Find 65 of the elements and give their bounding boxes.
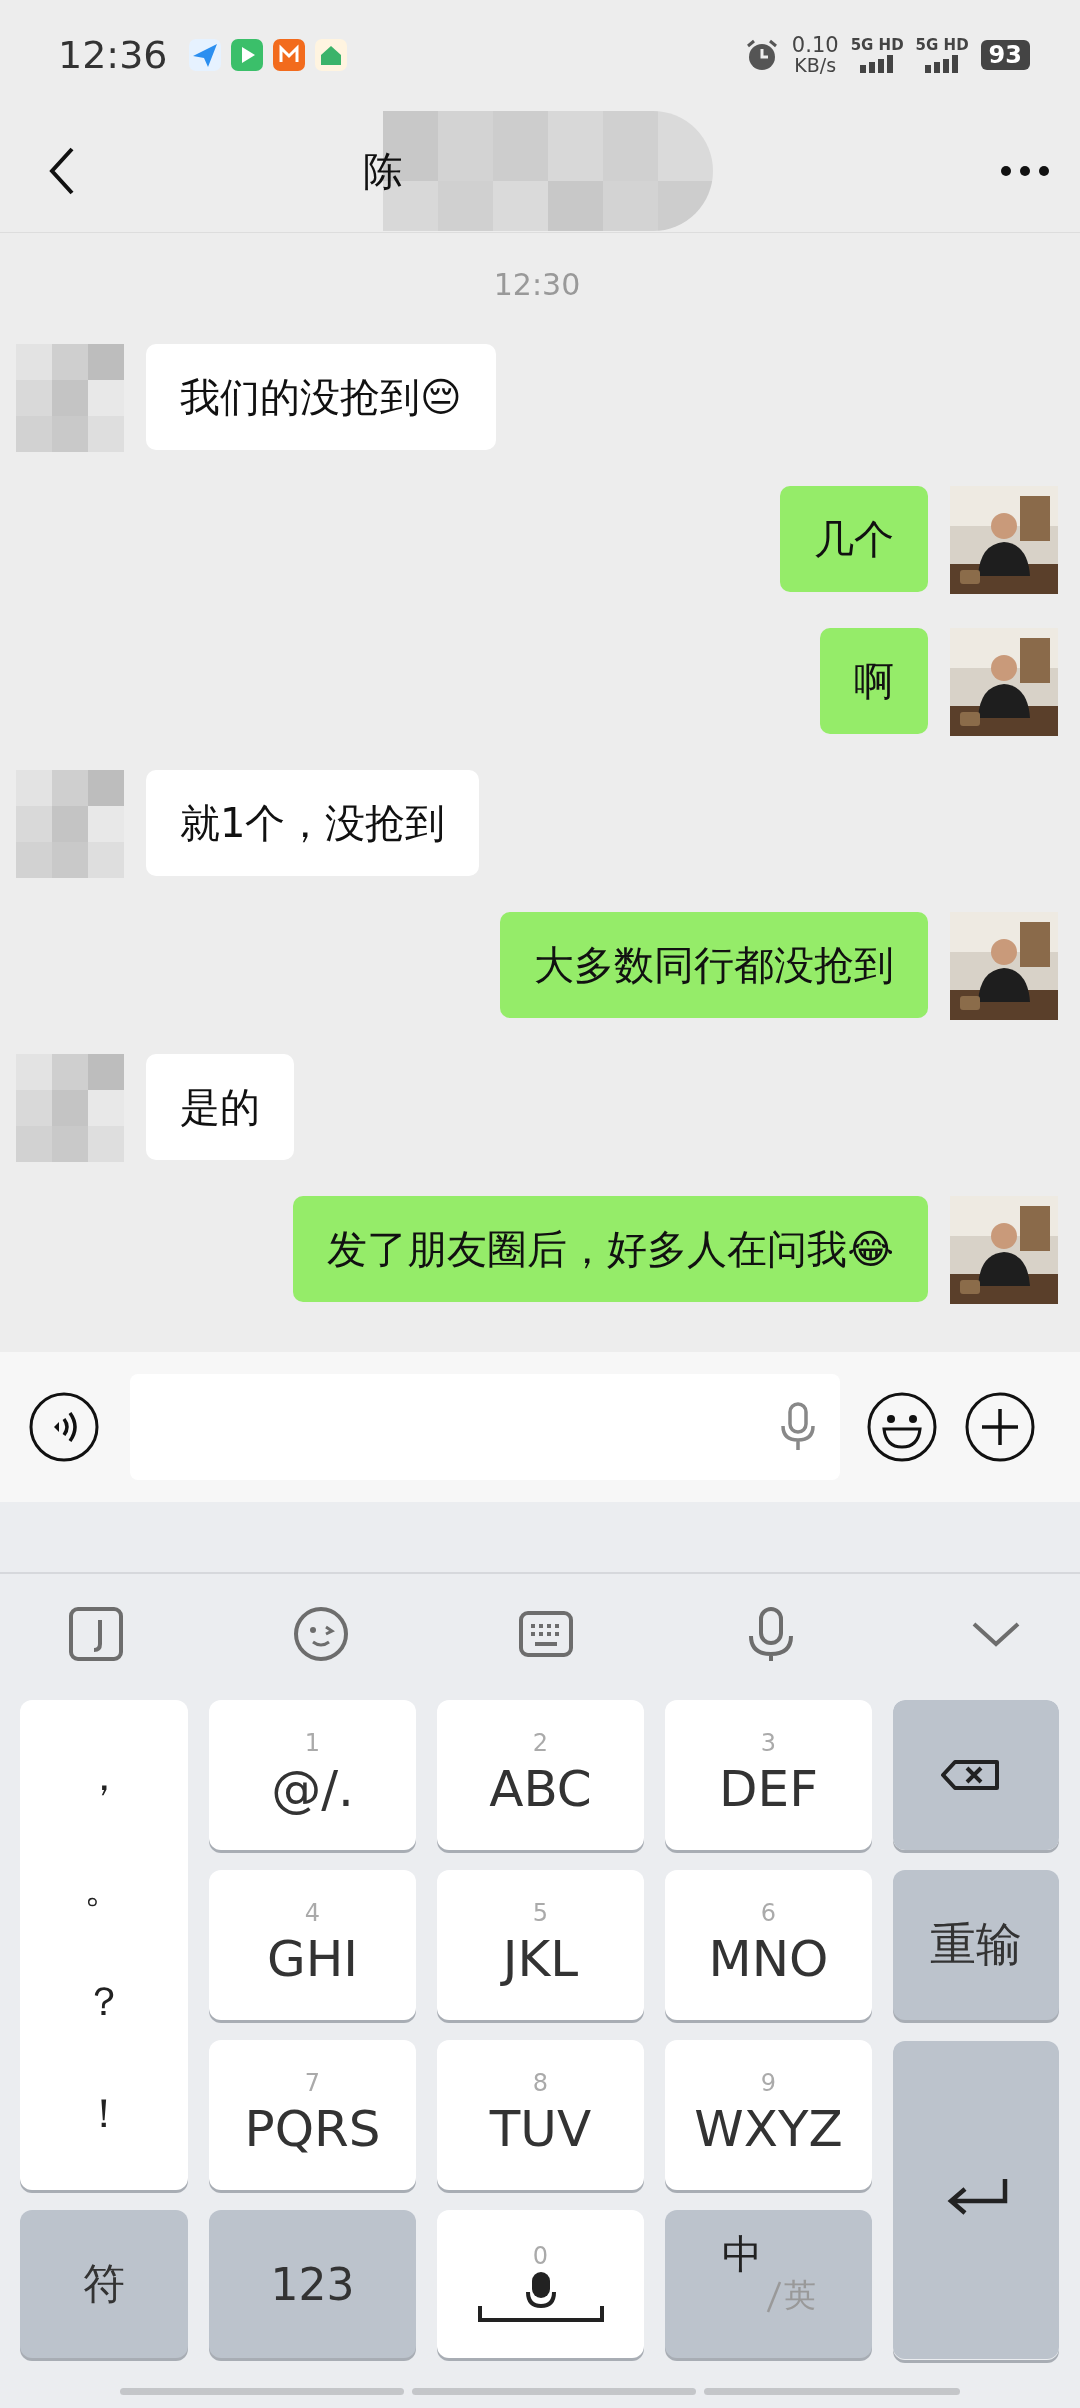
network-type: 5G HD <box>915 37 969 53</box>
t9-key[interactable]: 4 GHI <box>209 1870 416 2020</box>
app-notification-icon <box>271 38 306 72</box>
app-notification-icon <box>187 38 222 72</box>
message-bubble: 发了朋友圈后，好多人在问我😂 <box>293 1196 928 1302</box>
key-digit: 4 <box>304 1899 321 1927</box>
key-digit: 5 <box>532 1899 549 1927</box>
t9-key[interactable]: 1 @/. <box>209 1700 416 1850</box>
battery-level: 93 <box>980 40 1030 70</box>
network-unit: KB/s <box>794 55 837 75</box>
key-digit: 7 <box>304 2069 321 2097</box>
key-digit: 3 <box>760 1729 777 1757</box>
t9-key[interactable]: 7 PQRS <box>209 2040 416 2190</box>
t9-key[interactable]: 2 ABC <box>437 1700 644 1850</box>
punctuation-keys[interactable]: ， 。 ？ ！ <box>20 1700 188 2190</box>
key-label: JKL <box>502 1929 579 1990</box>
message-bubble: 几个 <box>780 486 928 592</box>
message-bubble: 就1个，没抢到 <box>146 770 480 876</box>
t9-key[interactable]: 6 MNO <box>665 1870 872 2020</box>
key-label: WXYZ <box>694 2099 843 2160</box>
network-type: 5G HD <box>850 37 904 53</box>
message-bubble: 是的 <box>146 1054 294 1160</box>
numbers-key[interactable]: 123 <box>209 2210 416 2358</box>
key-label: 中 <box>721 2229 762 2279</box>
clipboard-icon[interactable] <box>68 1606 124 1662</box>
message-bubble: 啊 <box>820 628 928 734</box>
app-notification-icon <box>313 38 348 72</box>
symbols-key[interactable]: 符 <box>20 2210 188 2358</box>
t9-key[interactable]: 5 JKL <box>437 1870 644 2020</box>
message-bubble: 大多数同行都没抢到 <box>500 912 928 1018</box>
punctuation-key[interactable]: ， <box>84 1748 124 1804</box>
t9-key[interactable]: 3 DEF <box>665 1700 872 1850</box>
emoji-icon[interactable] <box>866 1391 938 1463</box>
key-digit: 1 <box>304 1729 321 1757</box>
clock: 12:36 <box>58 33 168 77</box>
punctuation-key[interactable]: ？ <box>84 1973 124 2029</box>
backspace-key[interactable] <box>893 1700 1059 1850</box>
key-label: MNO <box>708 1929 829 1990</box>
key-digit: 8 <box>532 2069 549 2097</box>
key-digit: 9 <box>760 2069 777 2097</box>
chat-title: 陈 <box>363 146 403 196</box>
network-speed: 0.10 <box>791 35 839 55</box>
t9-key[interactable]: 8 TUV <box>437 2040 644 2190</box>
punctuation-key[interactable]: 。 <box>84 1861 124 1917</box>
slash-divider-icon <box>765 2280 782 2314</box>
key-label: DEF <box>719 1759 818 1820</box>
add-icon[interactable] <box>964 1391 1036 1463</box>
key-digit: 0 <box>532 2242 549 2270</box>
microphone-icon[interactable] <box>778 1402 818 1452</box>
key-label: @/. <box>271 1759 354 1820</box>
message-input[interactable] <box>130 1374 840 1480</box>
app-notification-icon <box>229 38 264 72</box>
key-label: GHI <box>266 1929 359 1990</box>
more-icon[interactable] <box>1000 165 1050 177</box>
punctuation-key[interactable]: ！ <box>84 2086 124 2142</box>
reset-key[interactable]: 重输 <box>893 1870 1059 2020</box>
key-label: TUV <box>489 2099 592 2160</box>
key-label: ABC <box>489 1759 592 1820</box>
message-time: 12:30 <box>493 267 581 302</box>
voice-icon[interactable] <box>28 1391 100 1463</box>
message-bubble: 我们的没抢到😔 <box>146 344 496 450</box>
key-digit: 2 <box>532 1729 549 1757</box>
t9-key[interactable]: 9 WXYZ <box>665 2040 872 2190</box>
key-label: PQRS <box>244 2099 381 2160</box>
key-digit: 6 <box>760 1899 777 1927</box>
